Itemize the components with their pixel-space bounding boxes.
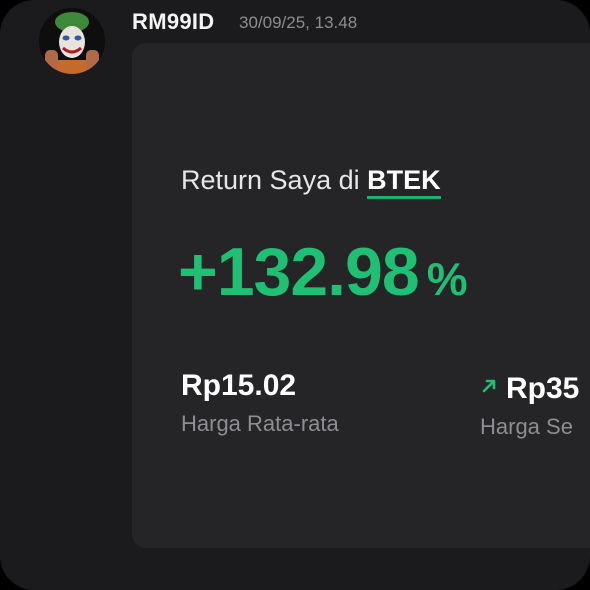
current-price-value-row: Rp35 [480,369,579,406]
stock-ticker[interactable]: BTEK [367,165,441,199]
chat-message-frame: RM99ID 30/09/25, 13.48 Return Saya di BT… [0,0,590,590]
return-title: Return Saya di BTEK [181,165,441,199]
return-value: +132.98 [178,234,420,310]
message-timestamp: 30/09/25, 13.48 [239,13,358,32]
average-price-stat: Rp15.02 Harga Rata-rata [181,369,339,437]
avatar[interactable] [39,8,105,74]
arrow-up-right-icon [480,369,500,403]
username[interactable]: RM99ID [132,9,215,35]
average-price-label: Harga Rata-rata [181,411,339,436]
current-price-stat: Rp35 Harga Se [480,369,579,440]
return-unit: % [426,253,468,305]
average-price-value: Rp15.02 [181,369,297,402]
current-price-label: Harga Se [480,414,573,439]
current-price-value: Rp35 [506,372,580,405]
return-card[interactable]: Return Saya di BTEK +132.98% Rp15.02 Har… [132,43,590,548]
return-title-prefix: Return Saya di [181,165,360,195]
joker-avatar-icon [39,8,105,74]
return-percentage: +132.98% [178,233,468,311]
